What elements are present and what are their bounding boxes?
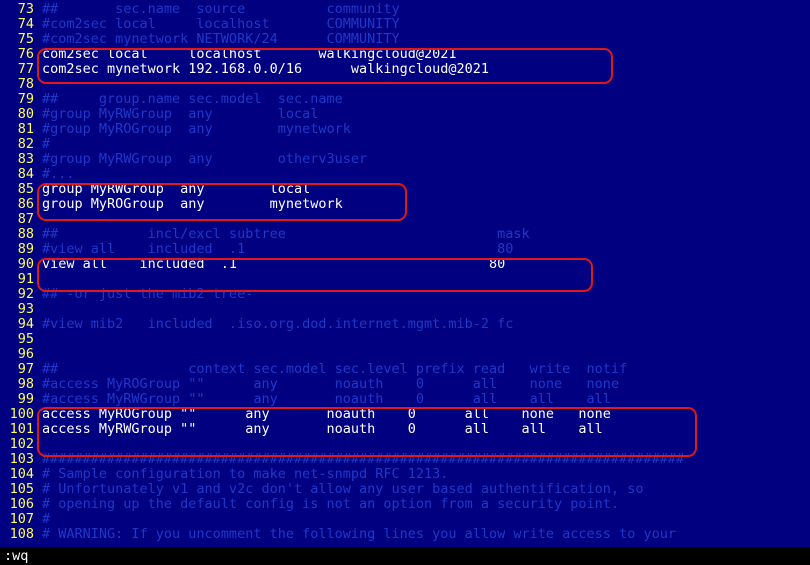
line-number: 88 [17,226,34,242]
line-number: 82 [17,136,34,152]
line-number: 75 [17,31,34,47]
line-number: 87 [17,211,34,227]
line-number: 81 [17,121,34,137]
comment-text: ########################################… [42,451,685,467]
line-number: 77 [17,61,34,77]
comment-text: #group MyRWGroup any otherv3user [42,151,368,167]
comment-text: ## -or just the mib2 tree- [42,286,254,302]
line-number: 101 [9,421,34,437]
line-number: 89 [17,241,34,257]
line-number: 105 [9,481,34,497]
comment-text: #com2sec mynetwork NETWORK/24 COMMUNITY [42,31,400,47]
comment-text: # Unfortunately v1 and v2c don't allow a… [42,481,644,497]
config-text: group MyROGroup any mynetwork [42,196,343,212]
comment-text: #group MyROGroup any mynetwork [42,121,351,137]
comment-text: ## context sec.model sec.level prefix re… [42,361,628,377]
config-text: group MyRWGroup any local [42,181,311,197]
comment-text: # WARNING: If you uncomment the followin… [42,526,676,542]
comment-text: ## incl/excl subtree mask [42,226,530,242]
line-number: 97 [17,361,34,377]
line-number: 85 [17,181,34,197]
line-number: 96 [17,346,34,362]
line-number: 90 [17,256,34,272]
config-text: view all included .1 80 [42,256,506,272]
config-text: com2sec mynetwork 192.168.0.0/16 walking… [42,61,490,77]
line-number: 74 [17,16,34,32]
config-text: access MyRWGroup "" any noauth 0 all all… [42,421,603,437]
comment-text: # opening up the default config is not a… [42,496,620,512]
line-number: 98 [17,376,34,392]
line-number: 92 [17,286,34,302]
comment-text: #view mib2 included .iso.org.dod.interne… [42,316,514,332]
line-number: 79 [17,91,34,107]
config-text: access MyROGroup "" any noauth 0 all non… [42,406,611,422]
line-number: 78 [17,76,34,92]
line-number: 83 [17,151,34,167]
comment-text: #com2sec local localhost COMMUNITY [42,16,400,32]
line-number: 76 [17,46,34,62]
line-number: 106 [9,496,34,512]
line-number: 99 [17,391,34,407]
line-number: 84 [17,166,34,182]
line-number: 108 [9,526,34,542]
line-number: 86 [17,196,34,212]
comment-text: # Sample configuration to make net-snmpd… [42,466,449,482]
comment-text: # [42,136,51,152]
comment-text: #... [42,166,75,182]
config-text: com2sec local localhost walkingcloud@202… [42,46,457,62]
line-number: 93 [17,301,34,317]
vim-command-line[interactable]: :wq [0,547,810,565]
line-number: 73 [17,1,34,17]
vim-editor-buffer[interactable]: 73 ## sec.name source community 74 #com2sec… [0,2,810,547]
line-number: 95 [17,331,34,347]
comment-text: #access MyROGroup "" any noauth 0 all no… [42,376,620,392]
line-number: 103 [9,451,34,467]
line-number: 102 [9,436,34,452]
line-number: 107 [9,511,34,527]
comment-text: ## sec.name source community [42,1,400,17]
comment-text: #view all included .1 80 [42,241,514,257]
line-number: 80 [17,106,34,122]
comment-text: # [42,511,51,527]
line-number: 104 [9,466,34,482]
line-number: 91 [17,271,34,287]
line-number: 94 [17,316,34,332]
comment-text: ## group.name sec.model sec.name [42,91,343,107]
comment-text: #group MyRWGroup any local [42,106,319,122]
comment-text: #access MyRWGroup "" any noauth 0 all al… [42,391,611,407]
line-number: 100 [9,406,34,422]
